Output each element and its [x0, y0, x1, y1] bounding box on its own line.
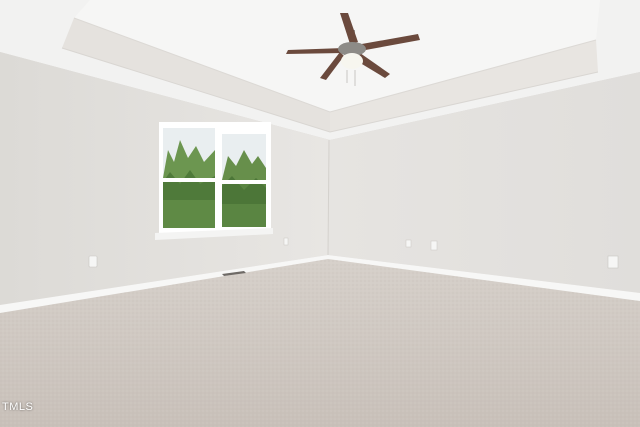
- empty-room-photo: TMLS: [0, 0, 640, 427]
- electrical-outlet-icon: [607, 255, 619, 269]
- electrical-outlet-icon: [283, 237, 289, 246]
- room-illustration: [0, 0, 640, 427]
- window-icon: [155, 122, 273, 240]
- electrical-outlet-icon: [405, 239, 412, 248]
- electrical-outlet-icon: [88, 255, 98, 268]
- watermark-logo: TMLS: [2, 401, 34, 413]
- electrical-outlet-icon: [430, 240, 438, 251]
